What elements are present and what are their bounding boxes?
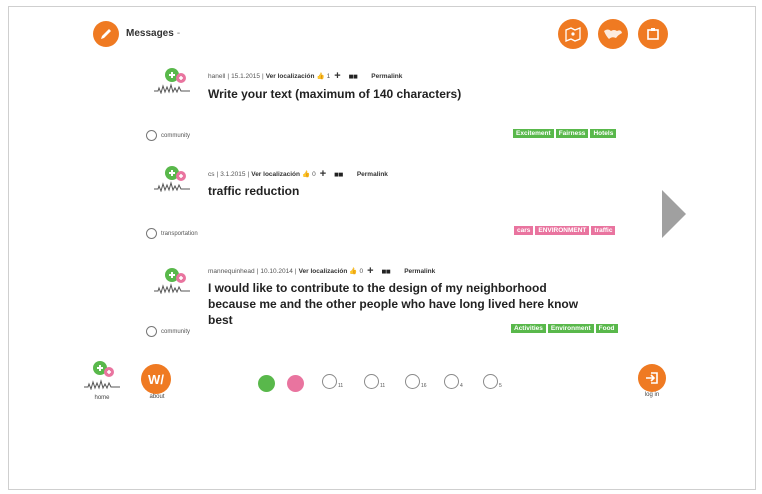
- plus-logo-icon: [154, 68, 190, 95]
- tag-list: Excitement Fairness Hotels: [513, 129, 617, 138]
- message-meta: mannequinhead | 10.10.2014 | Ver localizac…: [208, 265, 436, 277]
- like-count: 0: [359, 267, 364, 275]
- about-label: about: [149, 394, 165, 400]
- stat-buildings[interactable]: 11: [322, 374, 343, 389]
- message-date: 15.1.2015: [231, 72, 260, 80]
- message-date: 10.10.2014: [260, 267, 293, 275]
- community-icon: [146, 130, 157, 141]
- permalink-link[interactable]: Permalink: [357, 171, 388, 178]
- tag-list: Activities Environment Food: [511, 324, 618, 333]
- category-label[interactable]: transportation: [146, 228, 198, 239]
- book-icon[interactable]: ■■: [349, 72, 358, 81]
- category-text: community: [161, 328, 191, 335]
- tag[interactable]: Fairness: [555, 129, 589, 138]
- messages-menu[interactable]: Messages -: [126, 28, 180, 39]
- community-icon: [364, 374, 379, 389]
- category-label[interactable]: community: [146, 130, 190, 141]
- message-meta: cs | 3.1.2015 | Ver localización 👍 0 + ■■ …: [208, 168, 388, 180]
- message-meta: hanell | 15.1.2015 | Ver localización 👍 1 …: [208, 70, 403, 82]
- location-link[interactable]: Ver localización: [251, 171, 300, 178]
- tag[interactable]: traffic: [591, 226, 616, 235]
- category-text: community: [161, 132, 191, 139]
- tag[interactable]: Environment: [547, 324, 594, 333]
- chevron-down-icon: -: [176, 28, 181, 39]
- thumbs-up-icon[interactable]: 👍: [349, 267, 357, 275]
- transportation-icon: [146, 228, 157, 239]
- tag-list: cars ENVIRONMENT traffic: [514, 226, 616, 235]
- tag[interactable]: Activities: [511, 324, 546, 333]
- community-icon: [146, 326, 157, 337]
- stat-transport[interactable]: 16: [405, 374, 427, 389]
- map-icon[interactable]: [558, 19, 588, 49]
- stat-count: 5: [499, 383, 502, 389]
- stat-count: 16: [421, 383, 427, 389]
- category-text: transportation: [161, 230, 198, 237]
- book-icon[interactable]: ■■: [334, 170, 343, 179]
- login-label: log in: [644, 392, 660, 398]
- pink-filter-dot[interactable]: [287, 375, 304, 392]
- plus-icon[interactable]: +: [367, 265, 373, 277]
- question-icon: [444, 374, 459, 389]
- message-date: 3.1.2015: [220, 170, 246, 178]
- tag[interactable]: Hotels: [590, 129, 617, 138]
- home-nav[interactable]: home: [82, 360, 122, 401]
- like-count: 1: [326, 72, 331, 80]
- stat-count: 11: [380, 383, 386, 389]
- login-nav[interactable]: log in: [638, 364, 666, 398]
- page-title: Messages: [126, 28, 174, 39]
- login-icon: [638, 364, 666, 392]
- stat-count: 4: [460, 383, 463, 389]
- message-text: traffic reduction: [208, 184, 300, 198]
- permalink-link[interactable]: Permalink: [371, 73, 402, 80]
- edit-icon[interactable]: [93, 21, 119, 47]
- stat-question[interactable]: 4: [444, 374, 463, 389]
- info-icon[interactable]: [638, 19, 668, 49]
- tag[interactable]: cars: [514, 226, 534, 235]
- message-text: Write your text (maximum of 140 characte…: [208, 87, 462, 101]
- tag[interactable]: Food: [595, 324, 618, 333]
- book-icon[interactable]: ■■: [382, 267, 391, 276]
- globe-icon: [483, 374, 498, 389]
- plus-logo-icon: [154, 268, 190, 295]
- message-avatar: [152, 264, 192, 299]
- message-text-line: I would like to contribute to the design…: [208, 281, 547, 295]
- thumbs-up-icon[interactable]: 👍: [302, 170, 310, 178]
- tag[interactable]: ENVIRONMENT: [535, 226, 590, 235]
- category-label[interactable]: community: [146, 326, 190, 337]
- next-arrow-icon[interactable]: [662, 190, 686, 243]
- transport-icon: [405, 374, 420, 389]
- message-avatar: [152, 64, 192, 99]
- plus-logo-icon: [154, 166, 190, 193]
- stat-globe[interactable]: 5: [483, 374, 502, 389]
- author-name[interactable]: mannequinhead: [208, 268, 255, 275]
- plus-icon[interactable]: +: [320, 168, 326, 180]
- home-logo-icon: [84, 361, 120, 391]
- author-name[interactable]: hanell: [208, 73, 225, 80]
- about-nav[interactable]: W/ about: [141, 364, 173, 400]
- like-count: 0: [312, 170, 316, 178]
- author-name[interactable]: cs: [208, 171, 215, 178]
- message-text: I would like to contribute to the design…: [208, 280, 578, 328]
- location-link[interactable]: Ver localización: [299, 268, 348, 275]
- location-link[interactable]: Ver localización: [266, 73, 315, 80]
- message-avatar: [152, 162, 192, 197]
- message-text-line: because me and the other people who have…: [208, 297, 579, 311]
- buildings-icon: [322, 374, 337, 389]
- world-map-icon[interactable]: [598, 19, 628, 49]
- about-logo: W/: [141, 364, 171, 394]
- green-filter-dot[interactable]: [258, 375, 275, 392]
- thumbs-up-icon[interactable]: 👍: [316, 72, 324, 80]
- permalink-link[interactable]: Permalink: [404, 268, 435, 275]
- plus-icon[interactable]: +: [334, 70, 340, 82]
- stat-community[interactable]: 11: [364, 374, 385, 389]
- stat-count: 11: [338, 383, 344, 389]
- home-label: home: [94, 395, 110, 401]
- tag[interactable]: Excitement: [513, 129, 554, 138]
